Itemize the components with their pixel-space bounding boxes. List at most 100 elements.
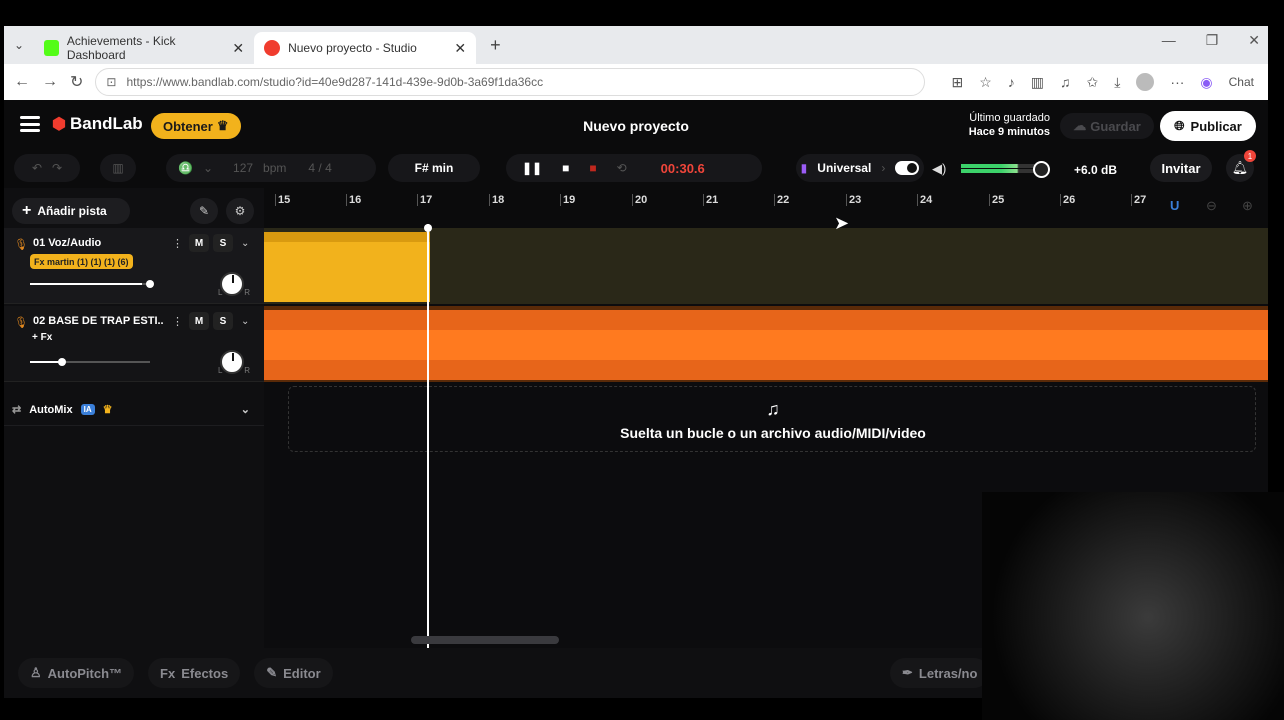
pause-icon[interactable]: ❚❚ [522, 161, 542, 175]
solo-button[interactable]: S [213, 312, 233, 330]
automix-chevron-icon[interactable]: ⌄ [241, 403, 250, 416]
new-tab-icon[interactable]: + [476, 35, 515, 56]
close-tab-icon[interactable]: ✕ [454, 40, 466, 57]
automix-row[interactable]: ⇄ AutoMix IA ♛ ⌄ [4, 394, 264, 426]
stop-icon[interactable]: ■ [562, 161, 569, 175]
add-music-icon: ♫ [766, 399, 780, 419]
audio-region-voice[interactable] [264, 232, 430, 302]
forward-icon[interactable]: → [42, 73, 58, 91]
timeline-ruler[interactable]: 15 16 17 18 19 20 21 22 23 24 25 26 27 U… [264, 188, 1268, 228]
expand-chevron-icon[interactable]: ⌄ [241, 238, 249, 249]
time-signature[interactable]: 4 / 4 [308, 161, 331, 175]
url-field[interactable]: ⊡ https://www.bandlab.com/studio?id=40e9… [95, 68, 926, 96]
track-controls: ⋮ M S ⌄ [172, 312, 249, 330]
publish-button[interactable]: 🌐︎ Publicar [1160, 111, 1256, 141]
playhead[interactable] [424, 224, 432, 648]
address-bar-row: ← → ↻ ⊡ https://www.bandlab.com/studio?i… [4, 64, 1268, 100]
solo-button[interactable]: S [213, 234, 233, 252]
keyboard-button[interactable]: ▥ [100, 154, 136, 182]
redo-icon[interactable]: ↷ [52, 161, 62, 175]
preset-chevron-icon[interactable]: › [881, 161, 885, 175]
wrench-icon: ✎ [198, 204, 210, 218]
expand-chevron-icon[interactable]: ⌄ [241, 316, 249, 327]
add-fx-button[interactable]: + Fx [32, 332, 52, 343]
undo-icon[interactable]: ↶ [32, 161, 42, 175]
preset-toggle[interactable] [895, 161, 920, 175]
plus-icon: + [22, 202, 32, 219]
drop-zone[interactable]: ♫ Suelta un bucle o un archivo audio/MID… [288, 386, 1256, 452]
close-window-icon[interactable]: ✕ [1248, 32, 1260, 49]
ruler-tick: 18 [488, 194, 505, 206]
preset-label[interactable]: Universal [817, 161, 871, 175]
track-options-icon[interactable]: ⋮ [172, 237, 183, 250]
close-tab-icon[interactable]: ✕ [232, 40, 244, 57]
metronome-chevron-icon[interactable]: ⌄ [203, 161, 213, 175]
track-lane-voice[interactable] [264, 228, 1268, 304]
bpm-value[interactable]: 127 [233, 161, 253, 175]
audio-region-beat[interactable] [264, 310, 1268, 380]
master-level-meter[interactable] [961, 163, 1041, 175]
mute-button[interactable]: M [189, 234, 209, 252]
track-row[interactable]: 🎙︎ 01 Voz/Audio ⋮ M S ⌄ Fx martin (1) (1… [4, 228, 264, 304]
track-row[interactable]: 🎙︎ 02 BASE DE TRAP ESTI... ⋮ M S ⌄ + Fx … [4, 306, 264, 382]
back-icon[interactable]: ← [14, 73, 30, 91]
track-volume-slider[interactable] [30, 358, 150, 366]
preset-icon: ▮ [800, 161, 808, 175]
favorite-star-icon[interactable]: ☆ [979, 74, 992, 91]
key-selector[interactable]: F# min [388, 154, 480, 182]
lyrics-button[interactable]: ✒ Letras/no [890, 658, 990, 688]
loop-icon[interactable]: ⟲ [617, 161, 627, 175]
microphone-icon[interactable]: ♪ [1008, 74, 1015, 90]
editor-button[interactable]: ✎ Editor [254, 658, 333, 688]
chat-label[interactable]: Chat [1229, 75, 1254, 89]
site-info-icon[interactable]: ⊡ [106, 75, 116, 89]
track-lane-beat[interactable] [264, 306, 1268, 382]
record-icon[interactable]: ■ [589, 161, 596, 175]
effects-button[interactable]: Fx Efectos [148, 658, 241, 688]
ruler-tick: 26 [1059, 194, 1076, 206]
pan-left-label: L [218, 366, 223, 375]
speaker-icon[interactable]: ◀) [932, 161, 946, 177]
reload-icon[interactable]: ↻ [70, 72, 83, 92]
copilot-icon[interactable]: ◉ [1200, 74, 1212, 91]
track-options-icon[interactable]: ⋮ [172, 315, 183, 328]
master-volume-knob[interactable] [1033, 161, 1050, 178]
zoom-out-icon[interactable]: ⊖ [1206, 198, 1217, 214]
pan-labels: LR [218, 288, 250, 297]
zoom-in-icon[interactable]: ⊕ [1242, 198, 1253, 214]
tab-bandlab-studio[interactable]: Nuevo proyecto - Studio ✕ [254, 32, 477, 64]
metronome-icon[interactable]: ♎ [178, 161, 193, 175]
restore-icon[interactable]: ❐ [1206, 32, 1219, 49]
ruler-tick: 20 [631, 194, 648, 206]
tab-list-chevron-icon[interactable]: ⌄ [4, 38, 34, 52]
ruler-tick: 25 [988, 194, 1005, 206]
add-track-button[interactable]: + Añadir pista [12, 198, 130, 224]
apps-icon[interactable]: ⊞ [951, 74, 963, 91]
mixer-button[interactable]: ⚙ [226, 198, 254, 224]
track-name[interactable]: 02 BASE DE TRAP ESTI... [33, 315, 163, 327]
save-label: Guardar [1090, 118, 1141, 134]
pencil-icon: ✎ [266, 665, 278, 680]
ruler-tick: 22 [773, 194, 790, 206]
track-name[interactable]: 01 Voz/Audio [33, 237, 163, 249]
mute-button[interactable]: M [189, 312, 209, 330]
minimize-icon[interactable]: — [1162, 32, 1176, 49]
autopitch-button[interactable]: ♙ AutoPitch™ [18, 658, 135, 688]
tab-kick-dashboard[interactable]: Achievements - Kick Dashboard ✕ [34, 32, 254, 64]
favorites-icon[interactable]: ✩ [1086, 74, 1098, 91]
invite-button[interactable]: Invitar [1150, 154, 1212, 182]
tools-button[interactable]: ✎ [190, 198, 218, 224]
download-icon[interactable]: ⤓ [1114, 74, 1120, 91]
bell-icon[interactable]: ♫ [1060, 74, 1071, 90]
more-icon[interactable]: ··· [1170, 74, 1184, 90]
notifications-button[interactable]: 🔔︎ 1 [1226, 150, 1256, 182]
reader-icon[interactable]: ▥ [1031, 74, 1044, 91]
horizontal-scrollbar[interactable] [411, 636, 559, 644]
snap-magnet-icon[interactable]: U [1170, 198, 1179, 213]
fx-chain-tag[interactable]: Fx martin (1) (1) (1) (6) [30, 254, 133, 269]
track-volume-slider[interactable] [30, 280, 154, 288]
profile-avatar[interactable] [1136, 73, 1155, 91]
save-button[interactable]: ☁ Guardar [1060, 113, 1154, 139]
mixer-icon: ⚙ [234, 204, 246, 218]
master-volume-value: +6.0 dB [1074, 163, 1118, 177]
